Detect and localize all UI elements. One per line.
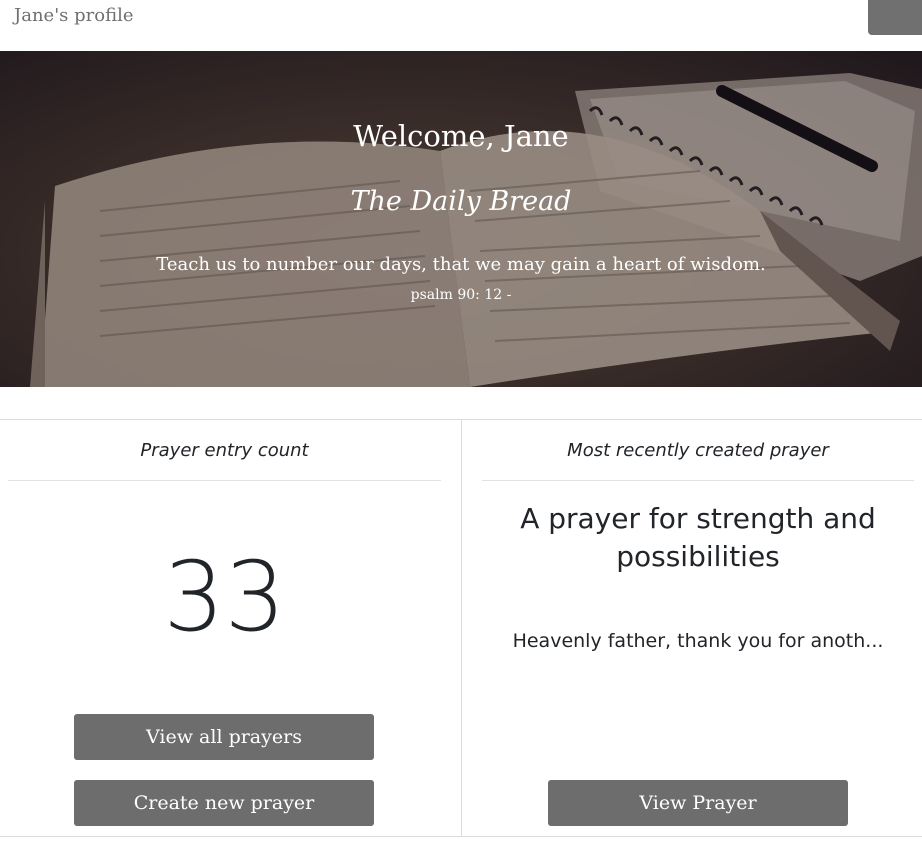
verse-reference: psalm 90: 12 -: [410, 287, 512, 303]
recent-prayer-header: Most recently created prayer: [567, 440, 829, 461]
daily-bread-subtitle: The Daily Bread: [350, 186, 572, 217]
hero-overlay: [0, 51, 922, 387]
prayer-count-header-rule: [8, 480, 441, 481]
prayer-count-value: 33: [163, 541, 286, 653]
prayer-count-header: Prayer entry count: [140, 440, 309, 461]
navbar-toggle-button[interactable]: [868, 0, 922, 35]
cards-bottom-border: [0, 836, 922, 837]
daily-verse: Teach us to number our days, that we may…: [156, 254, 766, 275]
hero-banner: Welcome, Jane The Daily Bread Teach us t…: [0, 51, 922, 387]
top-navbar: Jane's profile: [0, 0, 922, 51]
profile-brand-link[interactable]: Jane's profile: [14, 5, 133, 26]
view-prayer-button[interactable]: View Prayer: [548, 780, 848, 826]
cards-divider: [461, 420, 462, 836]
welcome-heading: Welcome, Jane: [353, 119, 569, 153]
recent-prayer-header-rule: [482, 480, 914, 481]
recent-prayer-excerpt: Heavenly father, thank you for anoth...: [512, 630, 884, 652]
create-new-prayer-button[interactable]: Create new prayer: [74, 780, 374, 826]
view-all-prayers-button[interactable]: View all prayers: [74, 714, 374, 760]
recent-prayer-title: A prayer for strength and possibilities: [520, 502, 876, 573]
